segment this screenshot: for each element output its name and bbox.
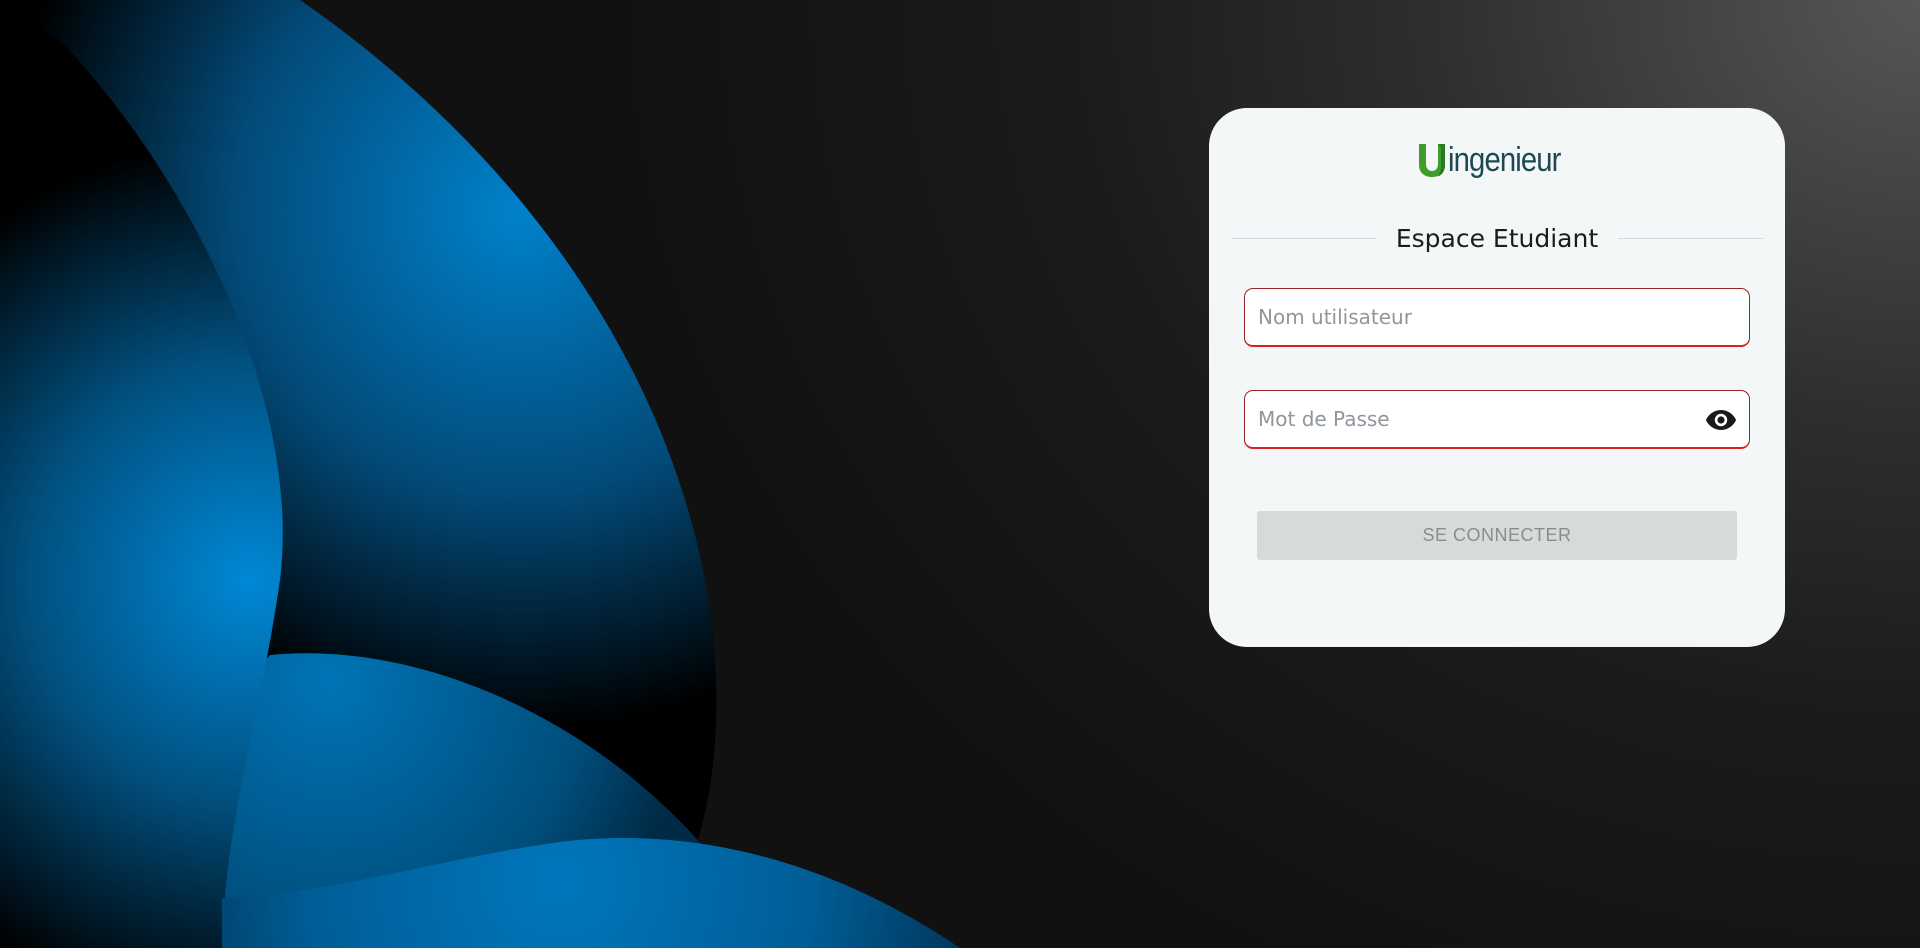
password-field — [1244, 390, 1750, 449]
brand-logo: ingenieur — [1209, 138, 1785, 182]
username-field — [1244, 288, 1750, 347]
logo-wordmark: ingenieur — [1447, 141, 1561, 179]
password-input[interactable] — [1258, 391, 1698, 447]
login-card: ingenieur Espace Etudiant SE CONNECTER — [1209, 108, 1785, 647]
page-title: Espace Etudiant — [1395, 223, 1599, 253]
eye-icon[interactable] — [1705, 407, 1737, 433]
login-button[interactable]: SE CONNECTER — [1257, 511, 1737, 560]
username-input[interactable] — [1258, 289, 1698, 345]
title-row: Espace Etudiant — [1231, 216, 1763, 260]
title-divider-right — [1618, 237, 1763, 239]
logo-u-mark — [1418, 144, 1445, 177]
title-divider-left — [1231, 237, 1376, 239]
